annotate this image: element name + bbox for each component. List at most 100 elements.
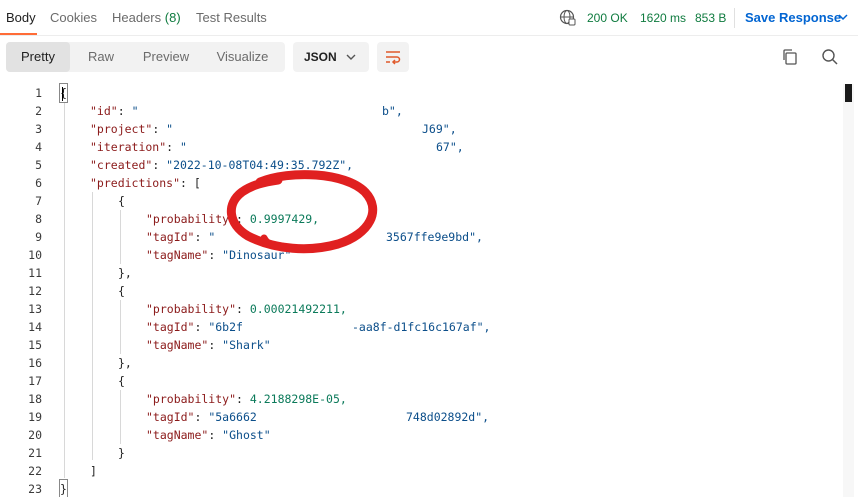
- pretty-button[interactable]: Pretty: [6, 42, 70, 72]
- json-key: "project": [90, 122, 153, 136]
- json-colon: :: [180, 176, 194, 190]
- json-key: "tagId": [146, 230, 195, 244]
- code-line: "tagId": "5a6662: [146, 408, 257, 426]
- code-line: {: [118, 282, 125, 300]
- json-brace: },: [118, 266, 132, 280]
- preview-button[interactable]: Preview: [132, 42, 200, 72]
- line-number: 15: [28, 338, 42, 352]
- scrollbar-thumb[interactable]: [845, 84, 852, 102]
- json-string: J69",: [422, 122, 457, 136]
- line-number: 22: [28, 464, 42, 478]
- line-number: 12: [28, 284, 42, 298]
- code-line: }: [118, 444, 125, 462]
- tab-headers-count: (8): [164, 10, 181, 25]
- line-number: 23: [28, 482, 42, 496]
- save-response-button[interactable]: Save Response: [745, 10, 841, 25]
- json-string: "Ghost": [222, 428, 271, 442]
- code-line: "created": "2022-10-08T04:49:35.792Z",: [90, 156, 353, 174]
- response-size: 853 B: [695, 11, 727, 25]
- visualize-button[interactable]: Visualize: [200, 42, 285, 72]
- json-key: "id": [90, 104, 118, 118]
- json-colon: :: [194, 320, 209, 334]
- code-line-tail: 3567ffe9e9bd",: [386, 228, 483, 246]
- json-string: "Shark": [222, 338, 271, 352]
- json-key: "tagName": [146, 338, 209, 352]
- line-number: 11: [28, 266, 42, 280]
- json-brace: {: [118, 194, 125, 208]
- json-colon: :: [152, 122, 167, 136]
- scrollbar-track: [843, 84, 854, 497]
- code-line-tail: 748d02892d",: [406, 408, 489, 426]
- json-key: "predictions": [90, 176, 181, 190]
- format-select-value: JSON: [304, 50, 337, 64]
- json-string: 748d02892d",: [406, 410, 490, 424]
- line-number: 20: [28, 428, 42, 442]
- json-key: "tagId": [146, 410, 195, 424]
- code-line-tail: b",: [382, 102, 403, 120]
- indent-guide: [64, 102, 65, 478]
- response-body-editor[interactable]: 1 2 3 4 5 6 7 8 9 10 11 12 13 14 15 16 1…: [0, 83, 858, 497]
- json-string: 67",: [436, 140, 464, 154]
- tab-headers-label: Headers: [112, 10, 162, 25]
- json-colon: :: [194, 410, 209, 424]
- code-line: "probability": 0.00021492211,: [146, 300, 347, 318]
- copy-icon[interactable]: [781, 48, 799, 66]
- wrap-lines-button[interactable]: [377, 42, 409, 72]
- json-string: ": [166, 122, 174, 136]
- line-number: 6: [35, 176, 42, 190]
- line-number: 7: [35, 194, 42, 208]
- json-string: b",: [382, 104, 403, 118]
- wrap-lines-icon: [386, 51, 401, 65]
- code-line-tail: 67",: [436, 138, 464, 156]
- json-key: "probability": [146, 302, 237, 316]
- view-mode-switch: Pretty Raw Preview Visualize: [6, 42, 285, 72]
- vertical-scrollbar[interactable]: [843, 84, 854, 497]
- indent-guide: [120, 390, 121, 444]
- json-key: "probability": [146, 392, 237, 406]
- chevron-down-icon[interactable]: [838, 12, 848, 22]
- code-line: "iteration": ": [90, 138, 187, 156]
- json-key: "probability": [146, 212, 237, 226]
- line-number: 9: [35, 230, 42, 244]
- json-string: "5a6662: [208, 410, 257, 424]
- json-brace: }: [60, 482, 67, 496]
- json-number: 4.2188298E-05,: [249, 392, 347, 406]
- line-number: 16: [28, 356, 42, 370]
- json-bracket: [: [193, 176, 201, 190]
- divider: [734, 8, 735, 28]
- response-tabs: Body Cookies Headers (8) Test Results 20…: [0, 0, 858, 36]
- json-colon: :: [152, 158, 167, 172]
- json-string: "6b2f: [208, 320, 243, 334]
- code-line: {: [118, 192, 125, 210]
- tab-body[interactable]: Body: [6, 10, 36, 25]
- raw-button[interactable]: Raw: [70, 42, 132, 72]
- line-number: 21: [28, 446, 42, 460]
- indent-guide: [120, 210, 121, 264]
- json-key: "iteration": [90, 140, 167, 154]
- line-number: 4: [35, 140, 42, 154]
- json-string: "2022-10-08T04:49:35.792Z",: [166, 158, 354, 172]
- code-line: "predictions": [: [90, 174, 201, 192]
- search-icon[interactable]: [821, 48, 839, 66]
- json-colon: :: [236, 212, 250, 226]
- indent-guide: [120, 300, 121, 354]
- chevron-down-icon: [346, 54, 356, 60]
- code-line: "probability": 4.2188298E-05,: [146, 390, 347, 408]
- json-string: ": [180, 140, 187, 154]
- json-colon: :: [194, 230, 209, 244]
- line-number: 2: [35, 104, 42, 118]
- json-colon: :: [166, 140, 181, 154]
- tab-cookies[interactable]: Cookies: [50, 10, 97, 25]
- json-colon: :: [236, 302, 250, 316]
- json-string: ": [131, 104, 139, 118]
- json-key: "tagName": [146, 428, 209, 442]
- line-number: 14: [28, 320, 42, 334]
- json-colon: :: [208, 428, 223, 442]
- tab-test-results[interactable]: Test Results: [196, 10, 267, 25]
- tab-headers[interactable]: Headers (8): [112, 10, 181, 25]
- globe-icon[interactable]: [559, 9, 576, 26]
- format-select[interactable]: JSON: [293, 42, 369, 72]
- json-string: 3567ffe9e9bd",: [386, 230, 483, 244]
- json-string: ": [208, 230, 216, 244]
- response-toolbar: Pretty Raw Preview Visualize JSON: [0, 36, 858, 82]
